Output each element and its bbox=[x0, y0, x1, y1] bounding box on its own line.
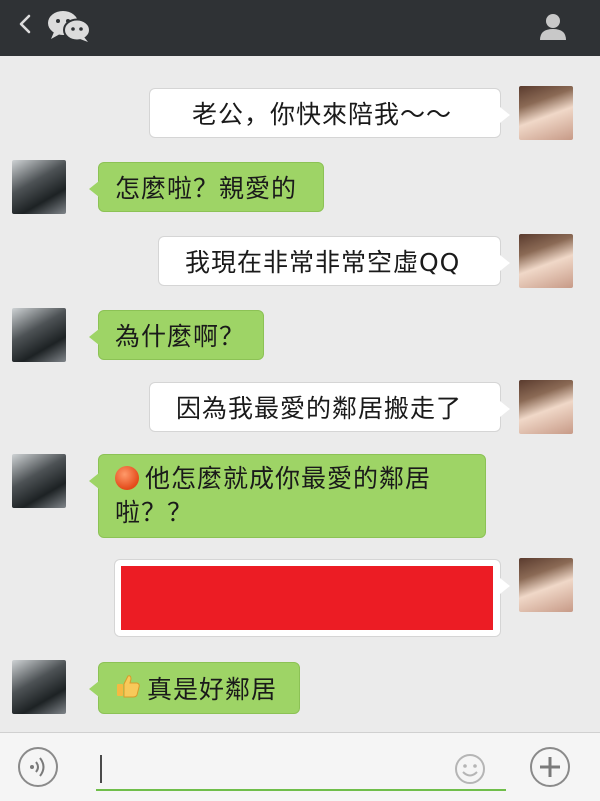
angry-face-icon bbox=[115, 466, 139, 490]
message-bubble-received[interactable]: 他怎麼就成你最愛的鄰居 啦？？ bbox=[89, 454, 486, 538]
redaction-block bbox=[121, 566, 493, 630]
user-avatar[interactable] bbox=[12, 660, 66, 714]
contact-avatar[interactable] bbox=[519, 86, 573, 140]
contact-avatar[interactable] bbox=[519, 234, 573, 288]
message-input[interactable] bbox=[96, 749, 506, 791]
user-avatar[interactable] bbox=[12, 160, 66, 214]
message-bubble-received[interactable]: 真是好鄰居 bbox=[89, 662, 300, 714]
user-avatar[interactable] bbox=[12, 454, 66, 508]
message-text: 怎麼啦？親愛的 bbox=[115, 174, 298, 203]
message-bubble-sent[interactable] bbox=[114, 559, 510, 637]
message-bubble-sent[interactable]: 我現在非常非常空虛QQ bbox=[158, 236, 510, 286]
plus-icon[interactable] bbox=[530, 747, 570, 787]
message-text: 啦？？ bbox=[115, 498, 194, 527]
title-bar bbox=[0, 0, 600, 56]
message-text: 為什麼啊？ bbox=[115, 322, 246, 351]
contact-avatar[interactable] bbox=[519, 558, 573, 612]
wechat-logo-icon bbox=[46, 9, 92, 43]
text-cursor bbox=[100, 755, 102, 783]
message-bubble-received[interactable]: 怎麼啦？親愛的 bbox=[89, 162, 324, 212]
message-text: 他怎麼就成你最愛的鄰居 bbox=[145, 464, 432, 493]
person-icon[interactable] bbox=[538, 12, 568, 40]
chevron-left-icon[interactable] bbox=[12, 10, 40, 38]
message-text: 真是好鄰居 bbox=[147, 675, 278, 704]
message-text: 老公，你快來陪我～～ bbox=[192, 100, 453, 129]
chat-area[interactable]: 老公，你快來陪我～～ 怎麼啦？親愛的 我現在非常非常空虛QQ 為什麼啊？ 因為我… bbox=[0, 56, 600, 732]
message-line: 他怎麼就成你最愛的鄰居 bbox=[115, 462, 431, 496]
user-avatar[interactable] bbox=[12, 308, 66, 362]
input-bar bbox=[0, 732, 600, 801]
message-text: 因為我最愛的鄰居搬走了 bbox=[176, 394, 463, 423]
message-bubble-sent[interactable]: 老公，你快來陪我～～ bbox=[149, 88, 510, 138]
message-text: 我現在非常非常空虛QQ bbox=[185, 248, 461, 277]
thumbs-up-icon bbox=[115, 673, 141, 699]
voice-icon[interactable] bbox=[18, 747, 58, 787]
message-bubble-received[interactable]: 為什麼啊？ bbox=[89, 310, 264, 360]
contact-avatar[interactable] bbox=[519, 380, 573, 434]
smiley-icon[interactable] bbox=[454, 753, 486, 785]
message-bubble-sent[interactable]: 因為我最愛的鄰居搬走了 bbox=[149, 382, 510, 432]
